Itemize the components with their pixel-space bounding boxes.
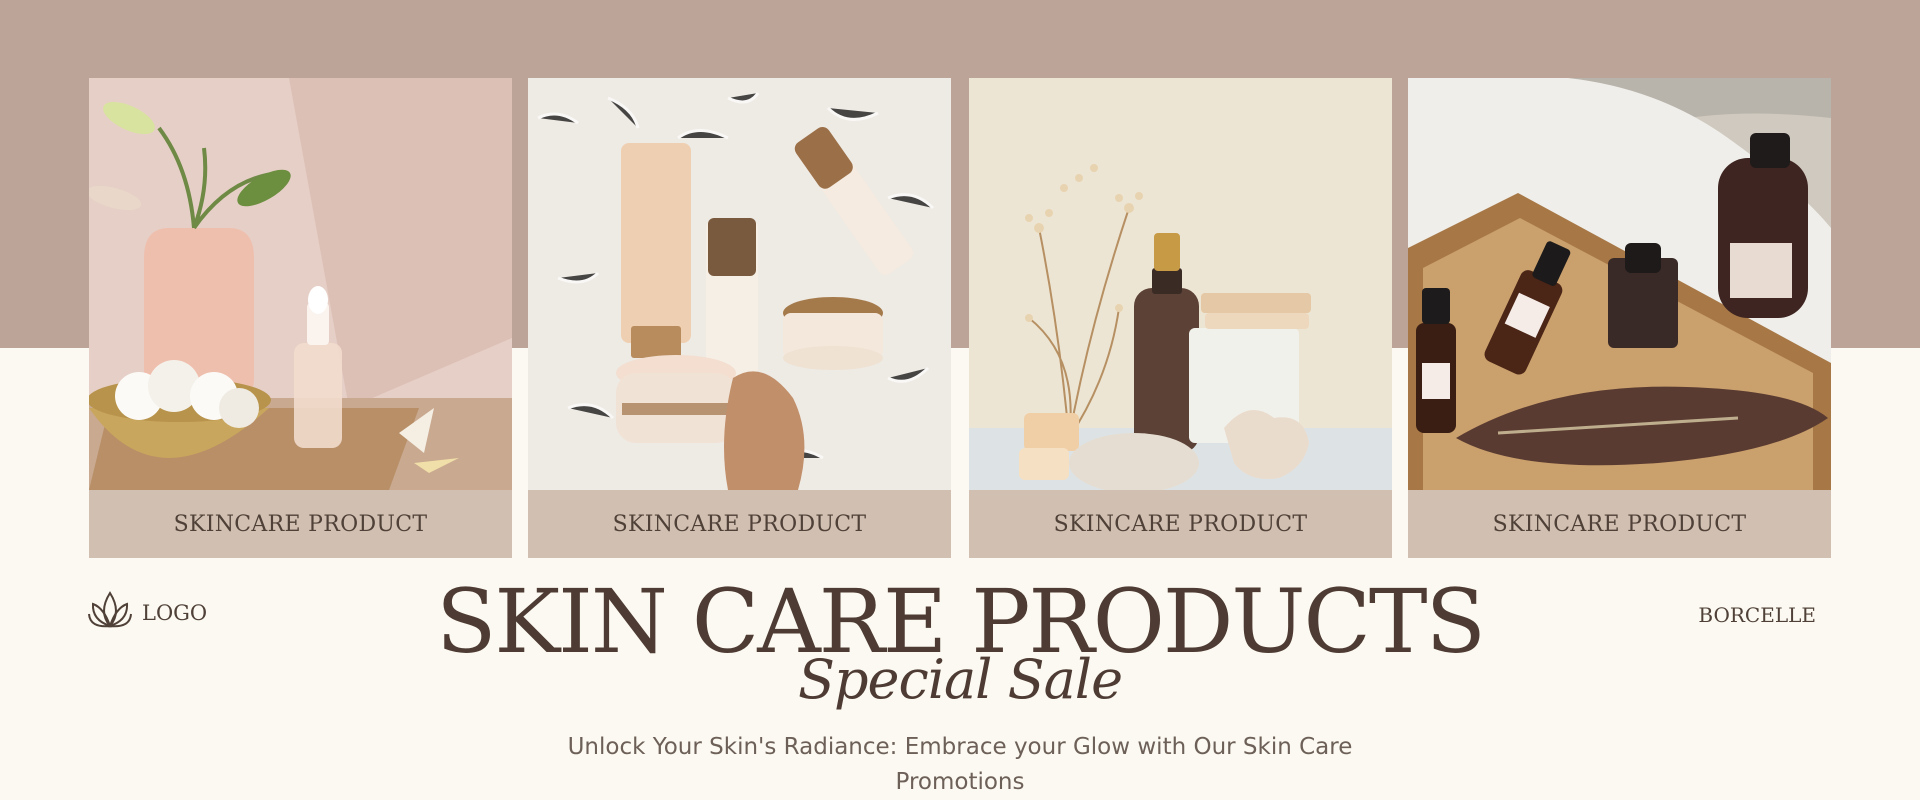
product-caption-1: SKINCARE PRODUCT [89,490,512,558]
product-photo-2 [528,78,951,490]
product-card-4[interactable]: SKINCARE PRODUCT [1408,78,1831,558]
product-photo-3 [969,78,1392,490]
tagline: Unlock Your Skin's Radiance: Embrace you… [567,734,1353,795]
product-photo-4 [1408,78,1831,490]
subtitle: Special Sale [797,648,1123,711]
product-card-1[interactable]: SKINCARE PRODUCT [89,78,512,558]
product-card-2[interactable]: SKINCARE PRODUCT [528,78,951,558]
product-caption-4: SKINCARE PRODUCT [1408,490,1831,558]
product-card-3[interactable]: SKINCARE PRODUCT [969,78,1392,558]
product-caption-3: SKINCARE PRODUCT [969,490,1392,558]
product-caption-2: SKINCARE PRODUCT [528,490,951,558]
product-photo-1 [89,78,512,490]
